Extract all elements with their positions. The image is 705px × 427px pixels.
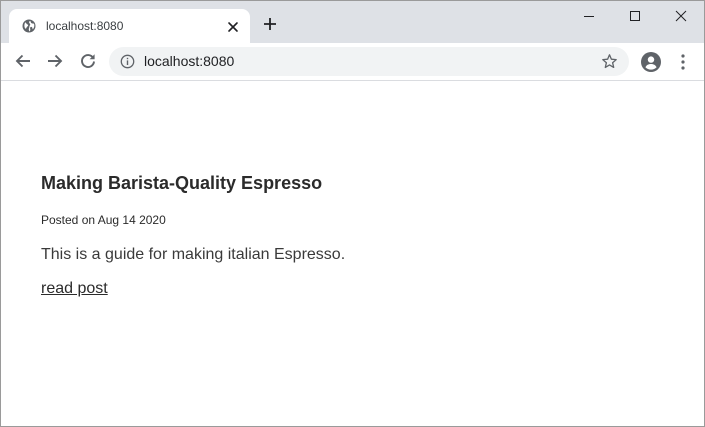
minimize-button[interactable] [566,1,612,31]
maximize-icon [630,11,640,21]
maximize-button[interactable] [612,1,658,31]
url-text: localhost:8080 [144,53,235,69]
reload-icon[interactable] [79,52,97,70]
bookmark-star-icon[interactable] [601,53,618,70]
site-info-icon[interactable] [120,54,135,69]
tab-strip: localhost:8080 [1,1,704,43]
back-arrow-icon[interactable] [14,52,32,70]
globe-icon [22,19,36,33]
window-close-button[interactable] [658,1,704,31]
page-content: Making Barista-Quality Espresso Posted o… [1,81,704,426]
more-vert-icon[interactable] [678,53,688,71]
account-icon[interactable] [641,52,661,72]
new-tab-plus-icon[interactable] [262,16,278,32]
browser-window: localhost:8080 localhost:8080 Making Bar… [0,0,705,427]
browser-toolbar: localhost:8080 [1,43,704,81]
address-bar[interactable]: localhost:8080 [109,47,629,76]
tab-localhost[interactable]: localhost:8080 [9,9,250,43]
close-icon [675,10,687,22]
minimize-icon [584,16,594,17]
post-description: This is a guide for making italian Espre… [41,246,346,263]
tab-title: localhost:8080 [46,19,124,33]
post-title: Making Barista-Quality Espresso [41,173,323,193]
post-date: Posted on Aug 14 2020 [41,213,166,227]
read-post-link[interactable]: read post [41,279,108,298]
forward-arrow-icon[interactable] [46,52,64,70]
tab-close-icon[interactable] [227,20,239,32]
